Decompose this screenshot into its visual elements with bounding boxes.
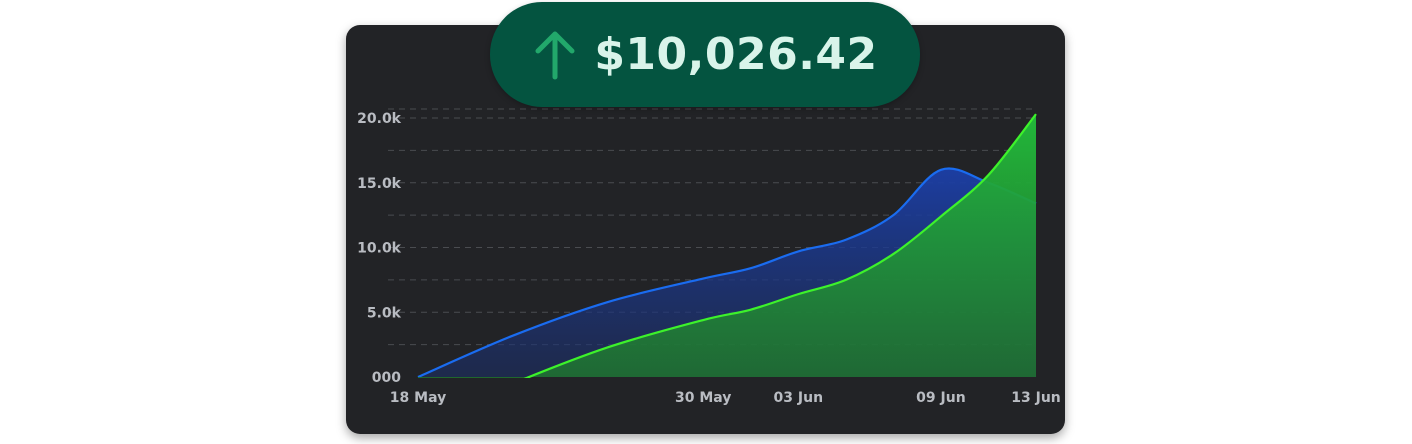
x-tick-label: 30 May xyxy=(675,390,731,406)
x-axis: 18 May 30 May 03 Jun 09 Jun 13 Jun xyxy=(390,390,1061,406)
arrow-up-icon xyxy=(535,31,575,79)
y-tick-label: 000 xyxy=(372,370,401,386)
y-tick-label: 15.0k xyxy=(357,176,402,192)
y-tick-label: 20.0k xyxy=(357,111,402,127)
balance-amount: $10,026.42 xyxy=(594,29,878,80)
y-tick-label: 5.0k xyxy=(367,305,402,321)
balance-pill: $10,026.42 xyxy=(490,2,920,107)
series-area xyxy=(418,114,1036,378)
x-tick-label: 09 Jun xyxy=(916,390,966,406)
y-tick-label: 10.0k xyxy=(357,241,402,257)
y-axis: 000 5.0k 10.0k 15.0k 20.0k xyxy=(357,111,402,386)
x-tick-label: 18 May xyxy=(390,390,446,406)
x-tick-label: 13 Jun xyxy=(1011,390,1061,406)
x-tick-label: 03 Jun xyxy=(774,390,824,406)
series-group xyxy=(417,113,1037,378)
